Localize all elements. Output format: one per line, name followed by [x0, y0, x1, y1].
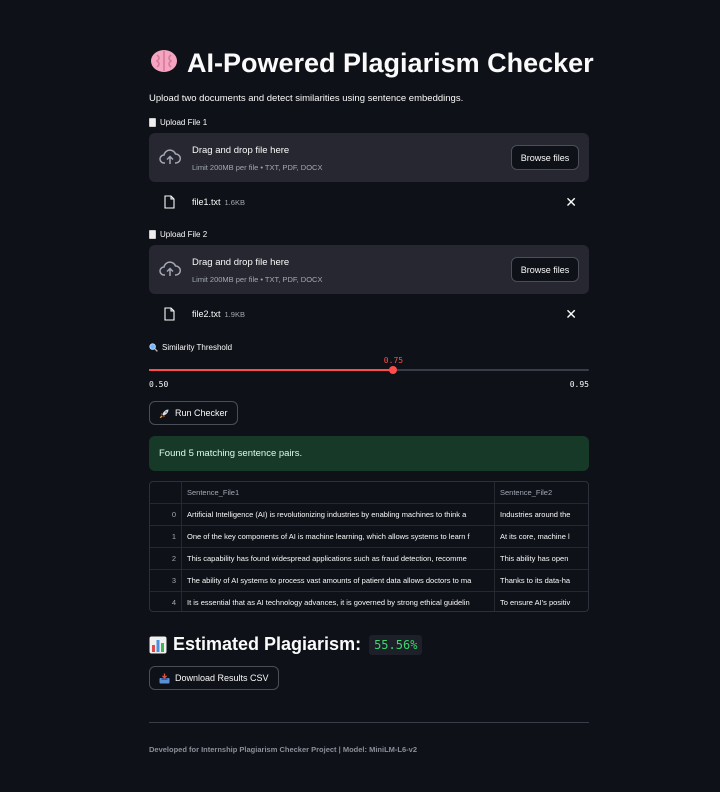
table-row[interactable]: 2 This capability has found widespread a… — [150, 548, 588, 570]
slider-thumb[interactable] — [389, 366, 398, 374]
upload-2-drop-text: Drag and drop file here — [192, 257, 290, 268]
plagiarism-value: 55.56% — [369, 634, 423, 655]
row-index: 1 — [150, 526, 182, 548]
slider-current-value: 0.75 — [383, 356, 404, 365]
upload-2-file-size: 1.9KB — [224, 310, 245, 319]
magnifier-icon — [149, 343, 158, 352]
slider-max-label: 0.95 — [569, 380, 589, 389]
divider — [149, 722, 589, 723]
upload-1-file-name-text: file1.txt — [192, 197, 221, 207]
upload-2-limit-text: Limit 200MB per file • TXT, PDF, DOCX — [192, 275, 323, 284]
remove-file-1-close-icon[interactable]: ✕ — [565, 195, 577, 209]
remove-file-2-close-icon[interactable]: ✕ — [565, 307, 577, 321]
run-checker-label: Run Checker — [175, 408, 228, 418]
download-csv-label: Download Results CSV — [175, 673, 269, 683]
table-row[interactable]: 0 Artificial Intelligence (AI) is revolu… — [150, 504, 588, 526]
page-subtitle: Upload two documents and detect similari… — [149, 93, 464, 104]
sentence-file1-cell[interactable]: It is essential that as AI technology ad… — [182, 592, 495, 611]
row-index: 0 — [150, 504, 182, 526]
page-icon — [149, 230, 156, 239]
slider-label: Similarity Threshold — [149, 343, 232, 352]
slider-min-label: 0.50 — [149, 380, 169, 389]
download-csv-button[interactable]: Download Results CSV — [149, 666, 279, 690]
title-text: AI-Powered Plagiarism Checker — [187, 48, 594, 78]
sentence-file1-cell[interactable]: The ability of AI systems to process vas… — [182, 570, 495, 592]
upload-1-label: Upload File 1 — [149, 118, 207, 127]
rocket-icon — [159, 409, 169, 418]
cloud-upload-icon — [159, 261, 181, 276]
file-icon — [164, 307, 175, 321]
slider-label-text: Similarity Threshold — [162, 343, 233, 352]
upload-1-label-text: Upload File 1 — [160, 118, 208, 127]
inbox-tray-icon — [159, 673, 170, 683]
upload-1-file-size: 1.6KB — [224, 198, 245, 207]
sentence-file2-cell[interactable]: This ability has open — [495, 548, 588, 570]
upload-1-file-item: file1.txt 1.6KB ✕ — [149, 193, 589, 213]
upload-2-file-name-text: file2.txt — [192, 309, 221, 319]
sentence-file1-cell[interactable]: Artificial Intelligence (AI) is revoluti… — [182, 504, 495, 526]
table-header-sentence-file2[interactable]: Sentence_File2 — [495, 482, 588, 504]
upload-1-drop-text: Drag and drop file here — [192, 145, 290, 156]
footer-text: Developed for Internship Plagiarism Chec… — [149, 745, 417, 754]
upload-1-limit-text: Limit 200MB per file • TXT, PDF, DOCX — [192, 163, 323, 172]
page-title: AI-Powered Plagiarism Checker — [149, 46, 609, 79]
table-header-row: Sentence_File1 Sentence_File2 — [150, 482, 588, 504]
upload-2-label-text: Upload File 2 — [160, 230, 208, 239]
slider-fill — [149, 369, 394, 371]
table-row[interactable]: 1 One of the key components of AI is mac… — [150, 526, 588, 548]
cloud-upload-icon — [159, 149, 181, 164]
upload-2-dropzone[interactable]: Drag and drop file here Limit 200MB per … — [149, 245, 589, 294]
row-index: 4 — [150, 592, 182, 611]
table-row[interactable]: 4 It is essential that as AI technology … — [150, 592, 588, 611]
sentence-file2-cell[interactable]: To ensure AI's positiv — [495, 592, 588, 611]
row-index: 3 — [150, 570, 182, 592]
results-table[interactable]: Sentence_File1 Sentence_File2 0 Artifici… — [149, 481, 589, 612]
row-index: 2 — [150, 548, 182, 570]
sentence-file1-cell[interactable]: One of the key components of AI is machi… — [182, 526, 495, 548]
run-checker-button[interactable]: Run Checker — [149, 401, 238, 425]
upload-2-file-name: file2.txt 1.9KB — [192, 309, 245, 319]
upload-2-browse-button[interactable]: Browse files — [511, 257, 579, 282]
table-header-index — [150, 482, 182, 504]
file-icon — [164, 195, 175, 209]
table-row[interactable]: 3 The ability of AI systems to process v… — [150, 570, 588, 592]
sentence-file2-cell[interactable]: Thanks to its data-ha — [495, 570, 588, 592]
brain-icon — [151, 50, 177, 72]
success-alert: Found 5 matching sentence pairs. — [149, 436, 589, 471]
bar-chart-icon — [149, 636, 167, 653]
page-icon — [149, 118, 156, 127]
plagiarism-label: Estimated Plagiarism: — [173, 634, 362, 654]
table-header-sentence-file1[interactable]: Sentence_File1 — [182, 482, 495, 504]
slider-track[interactable] — [149, 369, 589, 371]
sentence-file1-cell[interactable]: This capability has found widespread app… — [182, 548, 495, 570]
upload-1-file-name: file1.txt 1.6KB — [192, 197, 245, 207]
upload-1-dropzone[interactable]: Drag and drop file here Limit 200MB per … — [149, 133, 589, 182]
upload-1-browse-button[interactable]: Browse files — [511, 145, 579, 170]
sentence-file2-cell[interactable]: At its core, machine l — [495, 526, 588, 548]
sentence-file2-cell[interactable]: Industries around the — [495, 504, 588, 526]
upload-2-label: Upload File 2 — [149, 230, 207, 239]
upload-2-file-item: file2.txt 1.9KB ✕ — [149, 305, 589, 325]
plagiarism-heading: Estimated Plagiarism: 55.56% — [149, 634, 423, 655]
